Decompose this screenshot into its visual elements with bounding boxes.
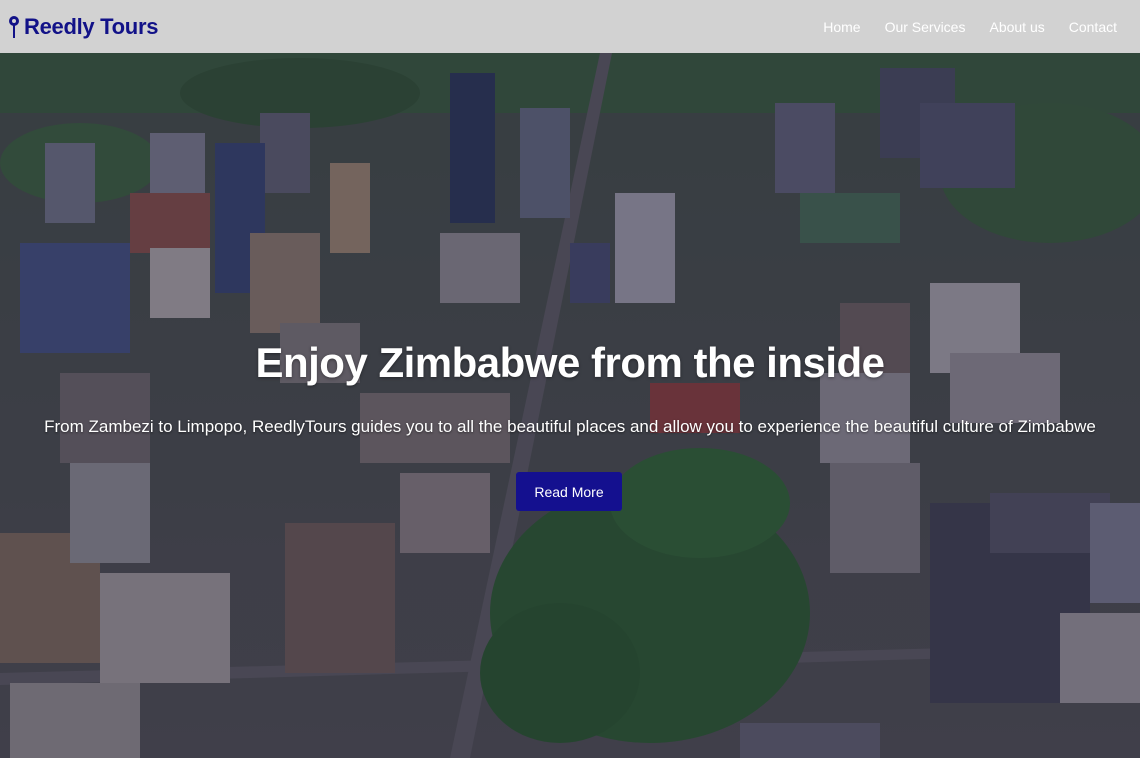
brand-name: Reedly Tours (24, 13, 159, 39)
hero-section: Enjoy Zimbabwe from the inside From Zamb… (0, 53, 1140, 758)
nav-our-services[interactable]: Our Services (885, 19, 966, 35)
read-more-button[interactable]: Read More (516, 472, 622, 511)
brand-logo-link[interactable]: Reedly Tours (8, 14, 158, 40)
nav-home[interactable]: Home (823, 19, 860, 35)
map-pin-icon (9, 15, 19, 38)
hero-overlay (0, 53, 1140, 758)
main-nav: Home Our Services About us Contact (799, 19, 1132, 35)
nav-contact[interactable]: Contact (1069, 19, 1117, 35)
hero-subtitle: From Zambezi to Limpopo, ReedlyTours gui… (44, 417, 1096, 436)
navbar: Reedly Tours Home Our Services About us … (0, 0, 1140, 53)
hero-title: Enjoy Zimbabwe from the inside (255, 339, 885, 386)
nav-about-us[interactable]: About us (989, 19, 1044, 35)
